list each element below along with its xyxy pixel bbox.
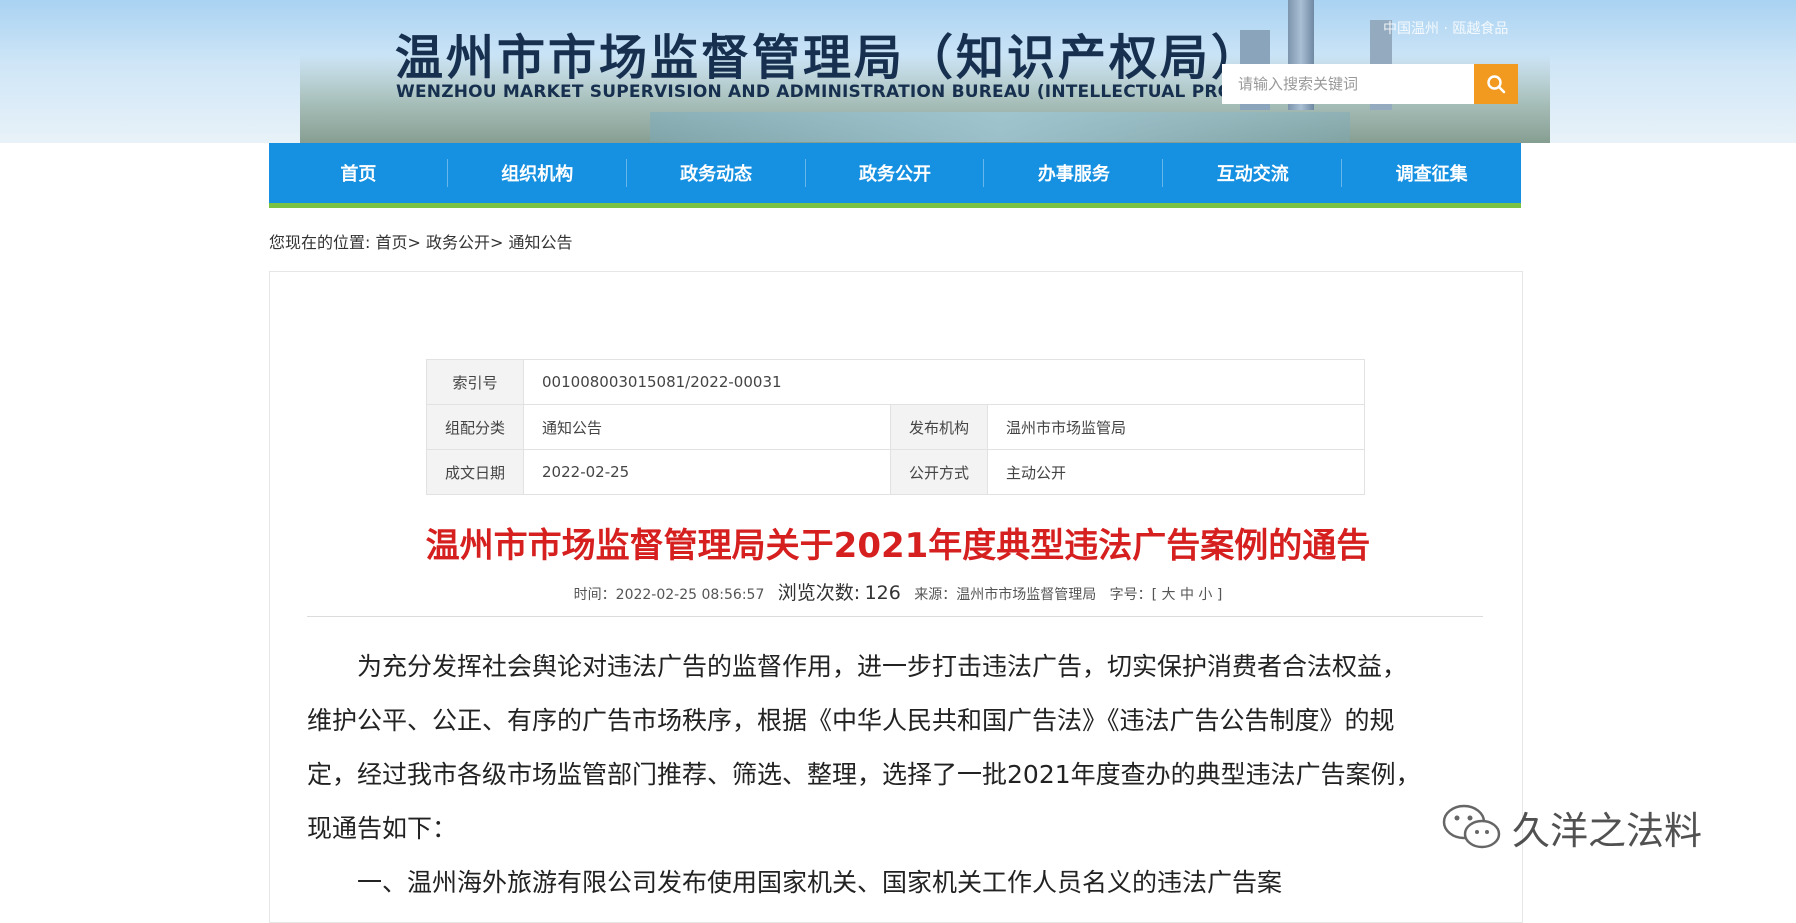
date-value: 2022-02-25	[523, 449, 892, 495]
index-label: 索引号	[425, 359, 525, 405]
nav-item-organization[interactable]: 组织机构	[448, 143, 627, 203]
nav-item-disclosure[interactable]: 政务公开	[806, 143, 985, 203]
nav-item-interaction[interactable]: 互动交流	[1163, 143, 1343, 203]
breadcrumb-notices[interactable]: 通知公告	[509, 233, 573, 252]
category-value: 通知公告	[523, 404, 892, 450]
views-count: 126	[864, 582, 901, 604]
paragraph-line: 定，经过我市各级市场监管部门推荐、筛选、整理，选择了一批2021年度查办的典型违…	[307, 760, 1421, 789]
breadcrumb-home[interactable]: 首页>	[376, 233, 421, 252]
nav-item-services[interactable]: 办事服务	[984, 143, 1164, 203]
nav-item-news[interactable]: 政务动态	[627, 143, 806, 203]
search-input[interactable]	[1222, 64, 1490, 104]
search-button[interactable]	[1474, 64, 1518, 104]
metadata-table: 索引号 001008003015081/2022-00031 组配分类 通知公告…	[425, 359, 1365, 495]
paragraph-line: 现通告如下：	[307, 814, 458, 843]
publisher-label: 发布机构	[890, 404, 989, 450]
font-medium-button[interactable]: 中	[1180, 587, 1194, 603]
paragraph-line: 维护公平、公正、有序的广告市场秩序，根据《中华人民共和国广告法》《违法广告公告制…	[307, 706, 1395, 735]
publisher-value: 温州市市场监管局	[987, 404, 1365, 450]
watermark-text: 久洋之法料	[1512, 809, 1703, 853]
article-info: 时间：2022-02-25 08:56:57 浏览次数: 126 来源：温州市市…	[0, 578, 1796, 605]
article-body: 为充分发挥社会舆论对违法广告的监督作用，进一步打击违法广告，切实保护消费者合法权…	[307, 640, 1485, 910]
site-title: 温州市市场监督管理局（知识产权局）	[395, 30, 1263, 86]
font-small-button[interactable]: 小	[1198, 587, 1212, 603]
nav-item-home[interactable]: 首页	[269, 143, 448, 203]
index-value: 001008003015081/2022-00031	[523, 359, 1365, 405]
breadcrumb-prefix: 您现在的位置:	[269, 233, 371, 252]
divider	[307, 616, 1483, 617]
river-image	[650, 112, 1350, 142]
case-item: 一、温州海外旅游有限公司发布使用国家机关、国家机关工作人员名义的违法广告案	[357, 868, 1283, 897]
disclosure-value: 主动公开	[987, 449, 1365, 495]
font-large-button[interactable]: 大	[1162, 587, 1176, 603]
category-label: 组配分类	[425, 404, 525, 450]
search-icon	[1487, 75, 1506, 94]
top-link[interactable]: 中国温州 · 瓯越食品	[1383, 18, 1508, 38]
font-size-label: 字号：[	[1109, 587, 1158, 603]
main-nav: 首页 组织机构 政务动态 政务公开 办事服务 互动交流 调查征集	[269, 143, 1521, 208]
search-box	[1222, 64, 1518, 104]
font-size-end: ]	[1216, 587, 1223, 603]
views-label: 浏览次数:	[777, 582, 861, 604]
disclosure-label: 公开方式	[890, 449, 989, 495]
paragraph-line: 为充分发挥社会舆论对违法广告的监督作用，进一步打击违法广告，切实保护消费者合法权…	[357, 652, 1408, 681]
breadcrumb: 您现在的位置: 首页> 政务公开> 通知公告	[269, 229, 573, 253]
publish-time: 时间：2022-02-25 08:56:57	[573, 587, 765, 603]
date-label: 成文日期	[425, 449, 525, 495]
watermark: 久洋之法料	[1440, 800, 1702, 855]
breadcrumb-disclosure[interactable]: 政务公开>	[426, 233, 503, 252]
article-title: 温州市市场监督管理局关于2021年度典型违法广告案例的通告	[425, 526, 1371, 566]
header-banner: 温州市市场监督管理局（知识产权局） WENZHOU MARKET SUPERVI…	[0, 0, 1796, 143]
article-source: 来源：温州市市场监督管理局	[914, 587, 1097, 603]
nav-item-survey[interactable]: 调查征集	[1342, 143, 1521, 203]
wechat-icon	[1442, 804, 1501, 848]
